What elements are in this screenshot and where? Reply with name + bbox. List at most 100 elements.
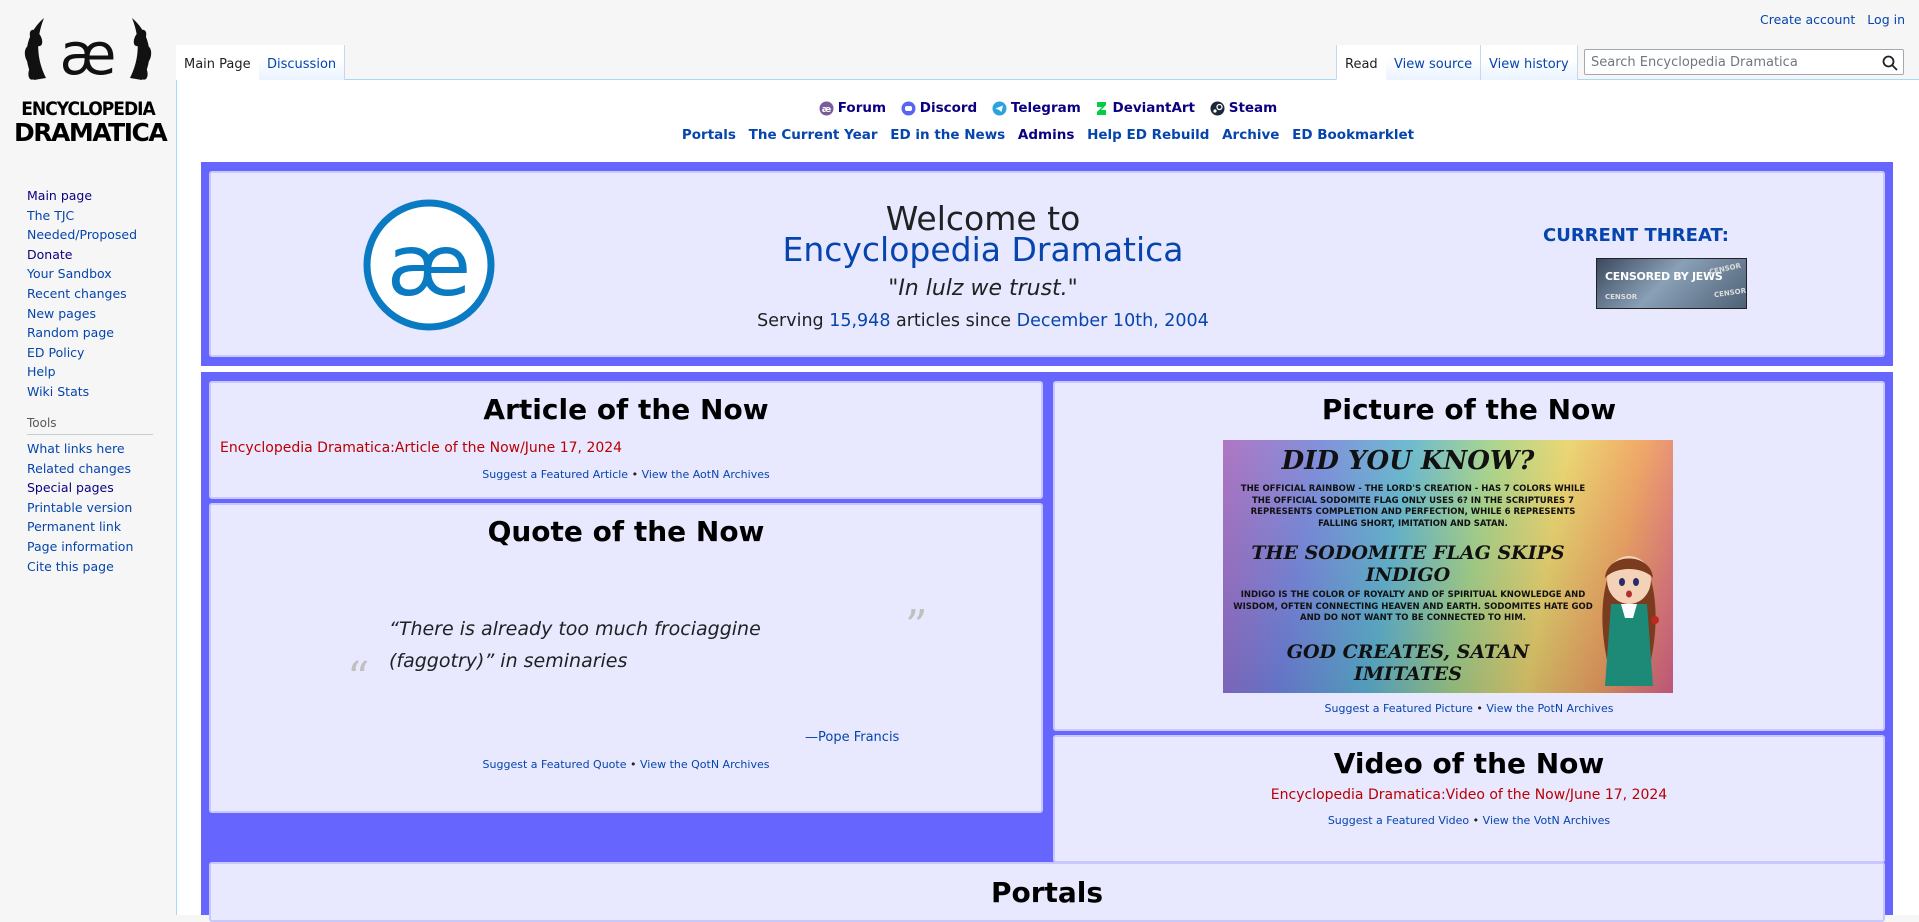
- social-steam[interactable]: Steam: [1210, 100, 1278, 116]
- site-logo[interactable]: æ ENCYCLOPEDIA DRAMATICA: [14, 10, 168, 150]
- sidebar-item-your-sandbox[interactable]: Your Sandbox: [27, 264, 137, 284]
- suggest-featured-quote-link[interactable]: Suggest a Featured Quote: [483, 758, 627, 771]
- since-date-link[interactable]: December 10th, 2004: [1017, 311, 1209, 331]
- threat-image-text: CENSORED BY JEWS: [1605, 270, 1723, 283]
- current-threat-label: CURRENT THREAT:: [1543, 225, 1729, 246]
- nav-navigation: Main page The TJC Needed/Proposed Donate…: [27, 186, 137, 402]
- sidebar-item-the-tjc[interactable]: The TJC: [27, 206, 137, 226]
- link-admins[interactable]: Admins: [1018, 127, 1074, 143]
- suggest-featured-article-link[interactable]: Suggest a Featured Article: [482, 468, 628, 481]
- svg-text:æ: æ: [60, 20, 117, 88]
- tab-view-source[interactable]: View source: [1386, 45, 1482, 80]
- separator: •: [1476, 702, 1483, 715]
- link-ed-in-the-news[interactable]: ED in the News: [890, 127, 1005, 143]
- sidebar-item-main-page[interactable]: Main page: [27, 186, 137, 206]
- suggest-featured-picture-link[interactable]: Suggest a Featured Picture: [1325, 702, 1473, 715]
- separator: •: [1472, 814, 1480, 827]
- search-input[interactable]: [1585, 50, 1865, 74]
- potn-footer-a: GOD CREATES, SATAN: [1286, 641, 1530, 663]
- votn-archives-link[interactable]: View the VotN Archives: [1483, 814, 1610, 827]
- quote-author-link[interactable]: Pope Francis: [818, 730, 899, 745]
- social-discord-label: Discord: [919, 100, 978, 116]
- sidebar-item-random-page[interactable]: Random page: [27, 323, 137, 343]
- portals-title: Portals: [990, 876, 1104, 909]
- potn-heading-2a: THE SODOMITE FLAG SKIPS: [1251, 542, 1565, 564]
- potn-image[interactable]: DID YOU KNOW? THE OFFICIAL RAINBOW - THE…: [1223, 440, 1673, 693]
- motto: "In lulz we trust.": [888, 276, 1078, 301]
- link-archive[interactable]: Archive: [1222, 127, 1279, 143]
- social-telegram[interactable]: Telegram: [992, 100, 1081, 116]
- sidebar-item-permanent-link[interactable]: Permanent link: [27, 517, 133, 537]
- sidebar-item-needed-proposed[interactable]: Needed/Proposed: [27, 225, 137, 245]
- separator: •: [629, 758, 637, 771]
- serving-prefix: Serving: [757, 311, 830, 331]
- tools-heading: Tools: [27, 416, 153, 435]
- sidebar-item-related-changes[interactable]: Related changes: [27, 459, 133, 479]
- sidebar-item-page-information[interactable]: Page information: [27, 537, 133, 557]
- sidebar-item-cite-this-page[interactable]: Cite this page: [27, 557, 133, 577]
- aotn-archives-link[interactable]: View the AotN Archives: [642, 468, 770, 481]
- sidebar-item-printable-version[interactable]: Printable version: [27, 498, 133, 518]
- quote-close-mark: ”: [905, 601, 928, 652]
- article-of-the-now-panel: Article of the Now Encyclopedia Dramatic…: [209, 381, 1043, 499]
- serving-line: Serving 15,948 articles since December 1…: [583, 311, 1383, 331]
- quote-text: “There is already too much frociaggine (…: [389, 618, 761, 672]
- link-ed-bookmarklet[interactable]: ED Bookmarklet: [1292, 127, 1414, 143]
- tab-main-page[interactable]: Main Page: [176, 45, 260, 80]
- create-account-link[interactable]: Create account: [1760, 12, 1855, 27]
- threat-stamp-2: CENSOR: [1708, 261, 1742, 277]
- tab-view-history[interactable]: View history: [1481, 45, 1578, 80]
- sidebar-item-help[interactable]: Help: [27, 362, 137, 382]
- forum-icon: æ: [819, 101, 834, 115]
- link-portals[interactable]: Portals: [682, 127, 736, 143]
- welcome-panel: æ Welcome to Encyclopedia Dramatica "In …: [209, 171, 1885, 357]
- social-discord[interactable]: Discord: [901, 100, 977, 116]
- link-help-ed-rebuild[interactable]: Help ED Rebuild: [1087, 127, 1209, 143]
- votn-redlink[interactable]: Encyclopedia Dramatica:Video of the Now/…: [1055, 787, 1883, 803]
- tab-read[interactable]: Read: [1336, 45, 1387, 80]
- social-forum[interactable]: æ Forum: [819, 100, 886, 116]
- logo-line2: DRAMATICA: [14, 118, 168, 147]
- potn-title: Picture of the Now: [1321, 393, 1617, 426]
- svg-text:æ: æ: [822, 105, 831, 115]
- article-count-link[interactable]: 15,948: [829, 311, 890, 331]
- welcome-site-name-link[interactable]: Encyclopedia Dramatica: [683, 230, 1283, 269]
- sidebar-item-new-pages[interactable]: New pages: [27, 304, 137, 324]
- telegram-icon: [992, 101, 1007, 115]
- social-steam-label: Steam: [1228, 100, 1278, 116]
- logo-line1: ENCYCLOPEDIA: [21, 98, 156, 120]
- social-links: æ Forum Discord Telegram DeviantArt Stea…: [177, 100, 1919, 120]
- svg-text:æ: æ: [387, 216, 471, 316]
- sidebar-item-ed-policy[interactable]: ED Policy: [27, 343, 137, 363]
- potn-archives-link[interactable]: View the PotN Archives: [1486, 702, 1613, 715]
- ae-logo-icon: æ: [363, 199, 495, 331]
- social-telegram-label: Telegram: [1010, 100, 1081, 116]
- portals-panel: Portals: [209, 862, 1885, 922]
- log-in-link[interactable]: Log in: [1867, 12, 1905, 27]
- qotn-archives-link[interactable]: View the QotN Archives: [640, 758, 769, 771]
- link-the-current-year[interactable]: The Current Year: [749, 127, 878, 143]
- social-deviantart[interactable]: DeviantArt: [1095, 100, 1195, 116]
- social-forum-label: Forum: [837, 100, 887, 116]
- sidebar-item-special-pages[interactable]: Special pages: [27, 478, 133, 498]
- sidebar-item-donate[interactable]: Donate: [27, 245, 137, 265]
- discord-icon: [901, 101, 916, 115]
- content-area: æ Forum Discord Telegram DeviantArt Stea…: [176, 80, 1919, 922]
- aotn-title: Article of the Now: [483, 393, 769, 426]
- steam-icon: [1210, 101, 1225, 115]
- search-box: [1584, 49, 1904, 75]
- sidebar-item-what-links-here[interactable]: What links here: [27, 439, 133, 459]
- tab-discussion[interactable]: Discussion: [259, 45, 346, 80]
- sidebar-item-recent-changes[interactable]: Recent changes: [27, 284, 137, 304]
- attribution-dash: —: [805, 730, 818, 745]
- video-of-the-now-panel: Video of the Now Encyclopedia Dramatica:…: [1053, 735, 1885, 863]
- qotn-title: Quote of the Now: [487, 515, 765, 548]
- current-threat-image[interactable]: CENSORED BY JEWS CENSOR CENSOR CENSOR: [1596, 258, 1747, 309]
- search-icon[interactable]: [1881, 54, 1899, 72]
- potn-links: Suggest a Featured Picture • View the Po…: [1055, 702, 1883, 715]
- aotn-redlink[interactable]: Encyclopedia Dramatica:Article of the No…: [220, 440, 622, 456]
- separator: •: [631, 468, 639, 481]
- sidebar-item-wiki-stats[interactable]: Wiki Stats: [27, 382, 137, 402]
- quote-open-mark: “: [347, 653, 370, 704]
- suggest-featured-video-link[interactable]: Suggest a Featured Video: [1328, 814, 1469, 827]
